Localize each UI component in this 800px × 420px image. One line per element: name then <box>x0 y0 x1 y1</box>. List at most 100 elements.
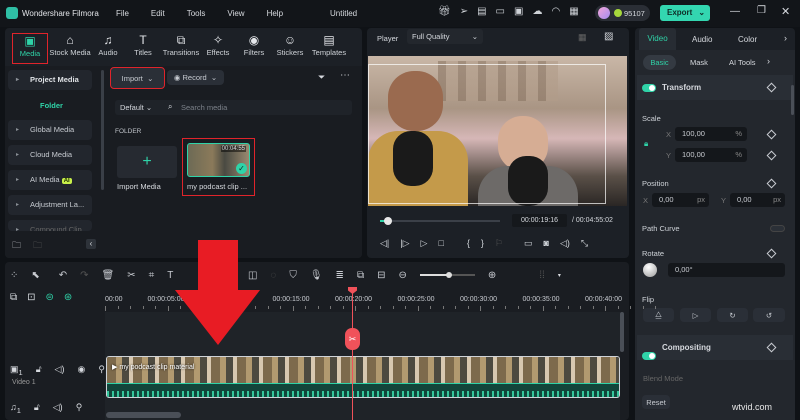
microphone-icon[interactable]: 🎙︎ <box>310 270 323 281</box>
select-tool-icon[interactable]: ⬉ <box>31 270 39 281</box>
lock-icon[interactable]: 🔒︎ <box>644 139 648 149</box>
folder-icon[interactable]: 🗀︎ <box>33 238 42 254</box>
sidebar-item-adjustment-layer[interactable]: Adjustment La... <box>8 195 92 215</box>
menu-tools[interactable]: Tools <box>187 9 206 18</box>
tab-audio[interactable]: Audio <box>692 35 712 44</box>
stop-icon[interactable]: □ <box>438 238 443 249</box>
chevron-right-icon[interactable]: › <box>767 56 770 66</box>
sort-dropdown[interactable]: Default ⌄ <box>120 103 152 112</box>
subtab-ai-tools[interactable]: AI Tools <box>729 58 756 67</box>
link-icon[interactable]: ⊡ <box>27 292 35 303</box>
scale-x-input[interactable]: 100,00% <box>675 127 747 141</box>
magic-icon[interactable]: ⚲ <box>76 402 83 415</box>
position-x-input[interactable]: 0,00 px <box>652 193 709 207</box>
zoom-out-icon[interactable]: ⊖ <box>398 270 406 281</box>
mute-icon[interactable]: ◁) <box>55 364 65 377</box>
shield-icon[interactable]: ⛉ <box>289 270 297 281</box>
path-curve-toggle[interactable] <box>770 225 785 232</box>
sidebar-item-compound-clip[interactable]: Compound Clip <box>8 220 92 231</box>
rotate-dial[interactable] <box>643 263 657 277</box>
sidebar-item-cloud-media[interactable]: Cloud Media <box>8 145 92 165</box>
menu-file[interactable]: File <box>116 9 129 18</box>
subtab-basic[interactable]: Basic <box>643 55 676 70</box>
import-button[interactable]: Import ⌄ <box>110 67 165 89</box>
add-track-icon[interactable]: ⧉ <box>10 292 17 303</box>
rotate-input[interactable]: 0,00° <box>668 263 785 277</box>
rotate-clockwise-button[interactable]: ↻ <box>717 308 748 322</box>
menu-edit[interactable]: Edit <box>151 9 165 18</box>
video-preview[interactable] <box>368 56 627 206</box>
previous-frame-icon[interactable]: ◁| <box>380 238 389 249</box>
tab-media[interactable]: ▣ Media <box>12 33 48 64</box>
flip-vertical-button[interactable]: ⧋ <box>643 308 674 322</box>
layout-icon[interactable]: ▭ <box>496 6 505 17</box>
tab-color[interactable]: Color <box>738 35 757 44</box>
tab-filters[interactable]: ◉ Filters <box>236 33 272 64</box>
mute-icon[interactable]: ◁) <box>53 402 63 415</box>
export-button[interactable]: Export ⌄ <box>660 5 710 21</box>
playback-progress-track[interactable] <box>380 217 500 225</box>
tab-video[interactable]: Video <box>639 28 676 50</box>
new-folder-icon[interactable]: 🗀︎ <box>12 238 21 254</box>
media-clip-item[interactable]: 00:04:55 ✓ my podcast clip ... <box>182 138 255 196</box>
more-options-icon[interactable]: ⁞⁞ <box>539 270 545 281</box>
lock-icon[interactable]: 🔓︎ <box>34 402 40 415</box>
more-icon[interactable]: ⋯ <box>340 70 350 81</box>
playhead[interactable] <box>352 290 353 420</box>
apps-icon[interactable]: ▦ <box>569 6 578 17</box>
transform-bounding-box[interactable] <box>368 64 606 204</box>
delete-icon[interactable]: 🗑︎ <box>102 270 115 281</box>
record-button[interactable]: ◉ Record ⌄ <box>167 70 224 85</box>
cloud-upload-icon[interactable]: ☁ <box>532 6 542 17</box>
split-playhead-button[interactable]: ✂ <box>345 328 360 350</box>
timeline-vertical-scrollbar[interactable] <box>620 312 624 352</box>
sidebar-item-project-media[interactable]: Project Media <box>8 70 92 90</box>
fit-icon[interactable]: ⊟ <box>377 270 385 281</box>
magnet-icon[interactable]: ⊜ <box>46 292 54 303</box>
position-y-input[interactable]: 0,00 px <box>730 193 785 207</box>
camera-icon[interactable]: ◙ <box>544 238 549 249</box>
undo-icon[interactable]: ↶ <box>59 270 67 281</box>
crop-icon[interactable]: ⌗ <box>149 270 155 281</box>
replace-icon[interactable]: ⧉ <box>357 270 364 281</box>
credits-badge[interactable]: 95107 <box>595 5 650 21</box>
tab-titles[interactable]: T Titles <box>124 33 162 64</box>
playhead-knob[interactable] <box>384 217 393 225</box>
lock-icon[interactable]: 🔓︎ <box>36 364 42 377</box>
filter-icon[interactable]: ⏷ <box>318 72 325 83</box>
chevron-down-icon[interactable]: ▾ <box>558 272 561 279</box>
split-icon[interactable]: ✂ <box>127 270 135 281</box>
quality-dropdown[interactable]: Full Quality ⌄ <box>407 29 483 44</box>
magic-icon[interactable]: ⚲ <box>98 364 105 377</box>
collapse-sidebar-button[interactable]: ‹ <box>86 239 96 249</box>
audio-list-icon[interactable]: ≣ <box>336 270 344 281</box>
mark-out-icon[interactable]: } <box>481 238 484 249</box>
sidebar-item-ai-media[interactable]: AI Media AI <box>8 170 92 190</box>
sidebar-item-global-media[interactable]: Global Media <box>8 120 92 140</box>
play-icon[interactable]: ▷ <box>421 238 428 249</box>
flip-horizontal-button[interactable]: ▷ <box>680 308 711 322</box>
headset-icon[interactable]: ◠ <box>551 6 560 17</box>
video-clip[interactable]: ▶ my podcast clip material <box>106 356 620 398</box>
tab-templates[interactable]: ▤ Templates <box>308 33 350 64</box>
minimize-icon[interactable]: — <box>730 6 740 17</box>
layout-grid-icon[interactable]: ⁘ <box>10 270 18 281</box>
import-media-button[interactable]: + <box>117 146 177 178</box>
next-frame-icon[interactable]: |▷ <box>400 238 409 249</box>
transform-toggle[interactable] <box>642 84 656 92</box>
marker-icon[interactable]: ⚐ <box>495 238 503 249</box>
save-icon[interactable]: ▣ <box>514 6 523 17</box>
fullscreen-icon[interactable]: ⤡ <box>581 238 588 249</box>
zoom-slider[interactable] <box>419 272 475 278</box>
reset-button[interactable]: Reset <box>642 395 670 409</box>
speed-icon[interactable]: ◌ <box>270 270 276 281</box>
notes-icon[interactable]: ▤ <box>477 6 486 17</box>
compositing-toggle[interactable] <box>642 352 656 360</box>
gift-icon[interactable]: 🎁︎ <box>438 6 451 17</box>
timeline-horizontal-scrollbar[interactable] <box>106 412 181 418</box>
send-icon[interactable]: ➢ <box>460 6 468 17</box>
sidebar-item-folder[interactable]: Folder <box>40 101 63 110</box>
chevron-right-icon[interactable]: › <box>784 33 787 43</box>
tab-audio[interactable]: ♫ Audio <box>92 33 124 64</box>
zoom-in-icon[interactable]: ⊕ <box>488 270 496 281</box>
